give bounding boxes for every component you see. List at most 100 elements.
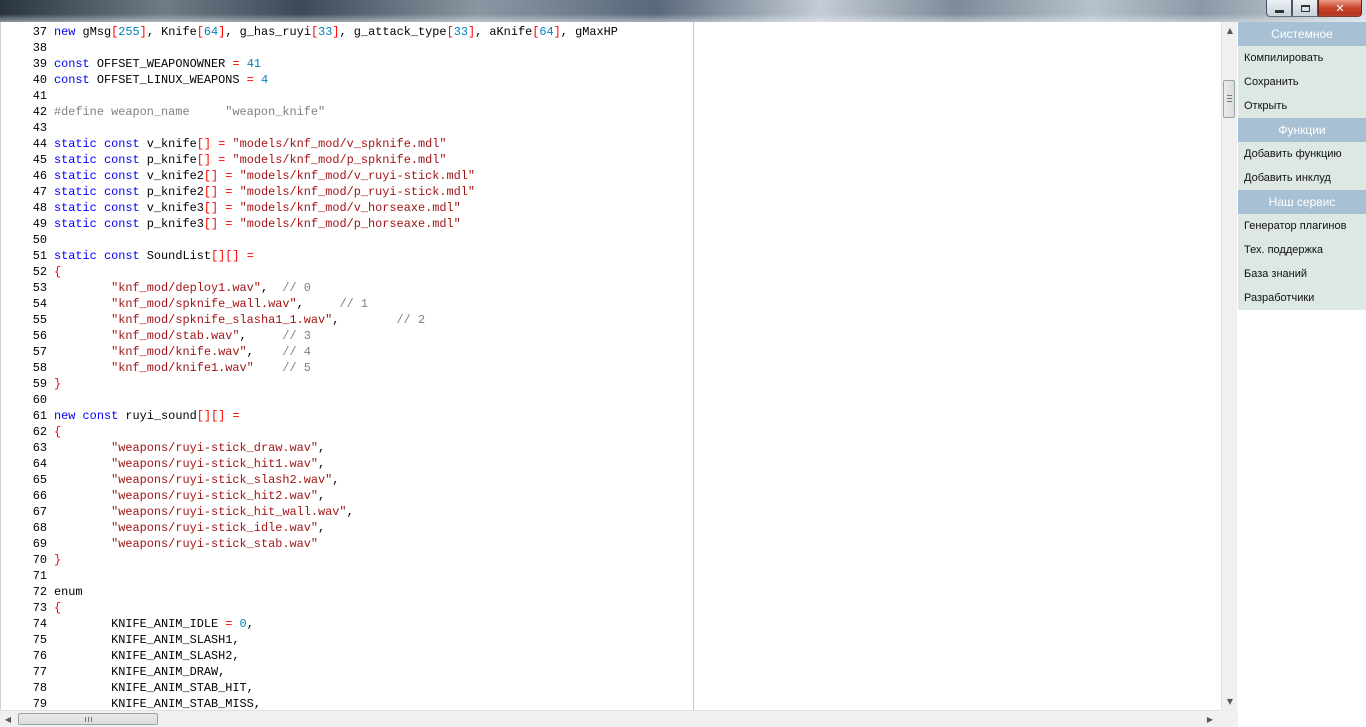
compile-button[interactable]: Компилировать bbox=[1238, 46, 1366, 70]
window-controls: ✕ bbox=[1266, 0, 1362, 18]
code-text: "weapons/ruyi-stick_hit_wall.wav", bbox=[54, 504, 354, 520]
code-token: KNIFE_ANIM_DRAW, bbox=[54, 665, 226, 679]
line-number: 71 bbox=[32, 569, 47, 583]
scroll-up-arrow-icon[interactable]: ▲ bbox=[1222, 22, 1238, 38]
line-number: 64 bbox=[32, 457, 47, 471]
code-token: #define weapon_name "weapon_knife" bbox=[54, 105, 326, 119]
code-token: , aKnife bbox=[475, 25, 533, 39]
maximize-icon bbox=[1300, 4, 1310, 12]
code-line: 48 static const v_knife3[] = "models/knf_… bbox=[1, 200, 461, 216]
code-text: static const v_knife[] = "models/knf_mod… bbox=[54, 136, 447, 152]
code-text: "knf_mod/stab.wav", // 3 bbox=[54, 328, 311, 344]
code-token: [] bbox=[203, 201, 219, 215]
close-button[interactable]: ✕ bbox=[1318, 0, 1362, 17]
line-number: 40 bbox=[32, 73, 47, 87]
line-number: 38 bbox=[32, 41, 47, 55]
code-text: "weapons/ruyi-stick_hit2.wav", bbox=[54, 488, 325, 504]
add-function-button[interactable]: Добавить функцию bbox=[1238, 142, 1366, 166]
minimize-button[interactable] bbox=[1266, 0, 1292, 17]
code-editor[interactable]: 37 new gMsg[255], Knife[64], g_has_ruyi[3… bbox=[0, 22, 1221, 710]
code-token: "models/knf_mod/v_ruyi-stick.mdl" bbox=[239, 169, 476, 183]
code-token: "models/knf_mod/v_horseaxe.mdl" bbox=[239, 201, 461, 215]
line-number: 44 bbox=[32, 137, 47, 151]
line-number: 41 bbox=[32, 89, 47, 103]
line-number: 52 bbox=[32, 265, 47, 279]
code-line: 47 static const p_knife2[] = "models/knf_… bbox=[1, 184, 475, 200]
tech-support-link[interactable]: Тех. поддержка bbox=[1238, 238, 1366, 262]
scroll-down-arrow-icon[interactable]: ▼ bbox=[1222, 693, 1238, 709]
code-line: 70} bbox=[1, 552, 61, 568]
code-line: 72 enum bbox=[1, 584, 83, 600]
line-number: 54 bbox=[32, 297, 47, 311]
knowledge-base-link[interactable]: База знаний bbox=[1238, 262, 1366, 286]
scroll-right-arrow-icon[interactable]: ▶ bbox=[1202, 711, 1218, 727]
code-token: p_knife2 bbox=[139, 185, 204, 199]
vertical-scrollbar[interactable]: ▲ ▼ bbox=[1221, 22, 1237, 710]
code-token: { bbox=[54, 425, 62, 439]
code-token: [] bbox=[196, 137, 212, 151]
code-token: , bbox=[332, 473, 340, 487]
line-number: 50 bbox=[32, 233, 47, 247]
code-token: ] bbox=[553, 25, 561, 39]
code-token: KNIFE_ANIM_STAB_MISS, bbox=[54, 697, 261, 710]
grip-line bbox=[85, 717, 86, 722]
save-button[interactable]: Сохранить bbox=[1238, 70, 1366, 94]
code-token: "knf_mod/knife1.wav" bbox=[111, 361, 254, 375]
add-include-button[interactable]: Добавить инклуд bbox=[1238, 166, 1366, 190]
code-token: { bbox=[54, 265, 62, 279]
code-token: OFFSET_LINUX_WEAPONS bbox=[89, 73, 247, 87]
code-token: "models/knf_mod/v_spknife.mdl" bbox=[232, 137, 447, 151]
code-token: static const bbox=[54, 217, 140, 231]
grip-line bbox=[88, 717, 89, 722]
plugin-generator-link[interactable]: Генератор плагинов bbox=[1238, 214, 1366, 238]
developers-link[interactable]: Разработчики bbox=[1238, 286, 1366, 310]
code-token: enum bbox=[54, 585, 83, 599]
code-token: , bbox=[260, 281, 283, 295]
line-number: 58 bbox=[32, 361, 47, 375]
code-text: "knf_mod/spknife_slasha1_1.wav", // 2 bbox=[54, 312, 425, 328]
code-token: "knf_mod/deploy1.wav" bbox=[111, 281, 261, 295]
line-number: 63 bbox=[32, 441, 47, 455]
code-token: gMsg bbox=[75, 25, 112, 39]
open-button[interactable]: Открыть bbox=[1238, 94, 1366, 118]
horizontal-scroll-thumb[interactable] bbox=[18, 713, 158, 725]
scroll-left-arrow-icon[interactable]: ◀ bbox=[0, 711, 16, 727]
vertical-scroll-thumb[interactable] bbox=[1223, 80, 1235, 118]
code-text: static const p_knife[] = "models/knf_mod… bbox=[54, 152, 447, 168]
code-token: , bbox=[246, 345, 283, 359]
code-token: "knf_mod/stab.wav" bbox=[111, 329, 240, 343]
code-token: [] bbox=[203, 217, 219, 231]
code-token: // 0 bbox=[282, 281, 311, 295]
code-text: static const SoundList[][] = bbox=[54, 248, 254, 264]
code-text: KNIFE_ANIM_SLASH1, bbox=[54, 632, 239, 648]
code-token: const bbox=[54, 73, 90, 87]
code-token: "models/knf_mod/p_ruyi-stick.mdl" bbox=[239, 185, 476, 199]
code-token: 64 bbox=[539, 25, 554, 39]
code-line: 51 static const SoundList[][] = bbox=[1, 248, 254, 264]
code-token: p_knife3 bbox=[139, 217, 204, 231]
code-text: "weapons/ruyi-stick_draw.wav", bbox=[54, 440, 325, 456]
code-text: "weapons/ruyi-stick_idle.wav", bbox=[54, 520, 325, 536]
code-token: , bbox=[318, 521, 326, 535]
code-line: 43 bbox=[1, 120, 47, 136]
line-number: 42 bbox=[32, 105, 47, 119]
code-line: 54 "knf_mod/spknife_wall.wav", // 1 bbox=[1, 296, 368, 312]
horizontal-scrollbar[interactable]: ◀ ▶ bbox=[0, 710, 1221, 727]
line-number: 72 bbox=[32, 585, 47, 599]
code-text: static const p_knife3[] = "models/knf_mo… bbox=[54, 216, 461, 232]
code-line: 65 "weapons/ruyi-stick_slash2.wav", bbox=[1, 472, 340, 488]
code-text: const OFFSET_LINUX_WEAPONS = 4 bbox=[54, 72, 268, 88]
code-token: = bbox=[246, 249, 254, 263]
code-token: "knf_mod/spknife_slasha1_1.wav" bbox=[111, 313, 333, 327]
line-number: 66 bbox=[32, 489, 47, 503]
maximize-button[interactable] bbox=[1292, 0, 1318, 17]
code-token: { bbox=[54, 601, 62, 615]
